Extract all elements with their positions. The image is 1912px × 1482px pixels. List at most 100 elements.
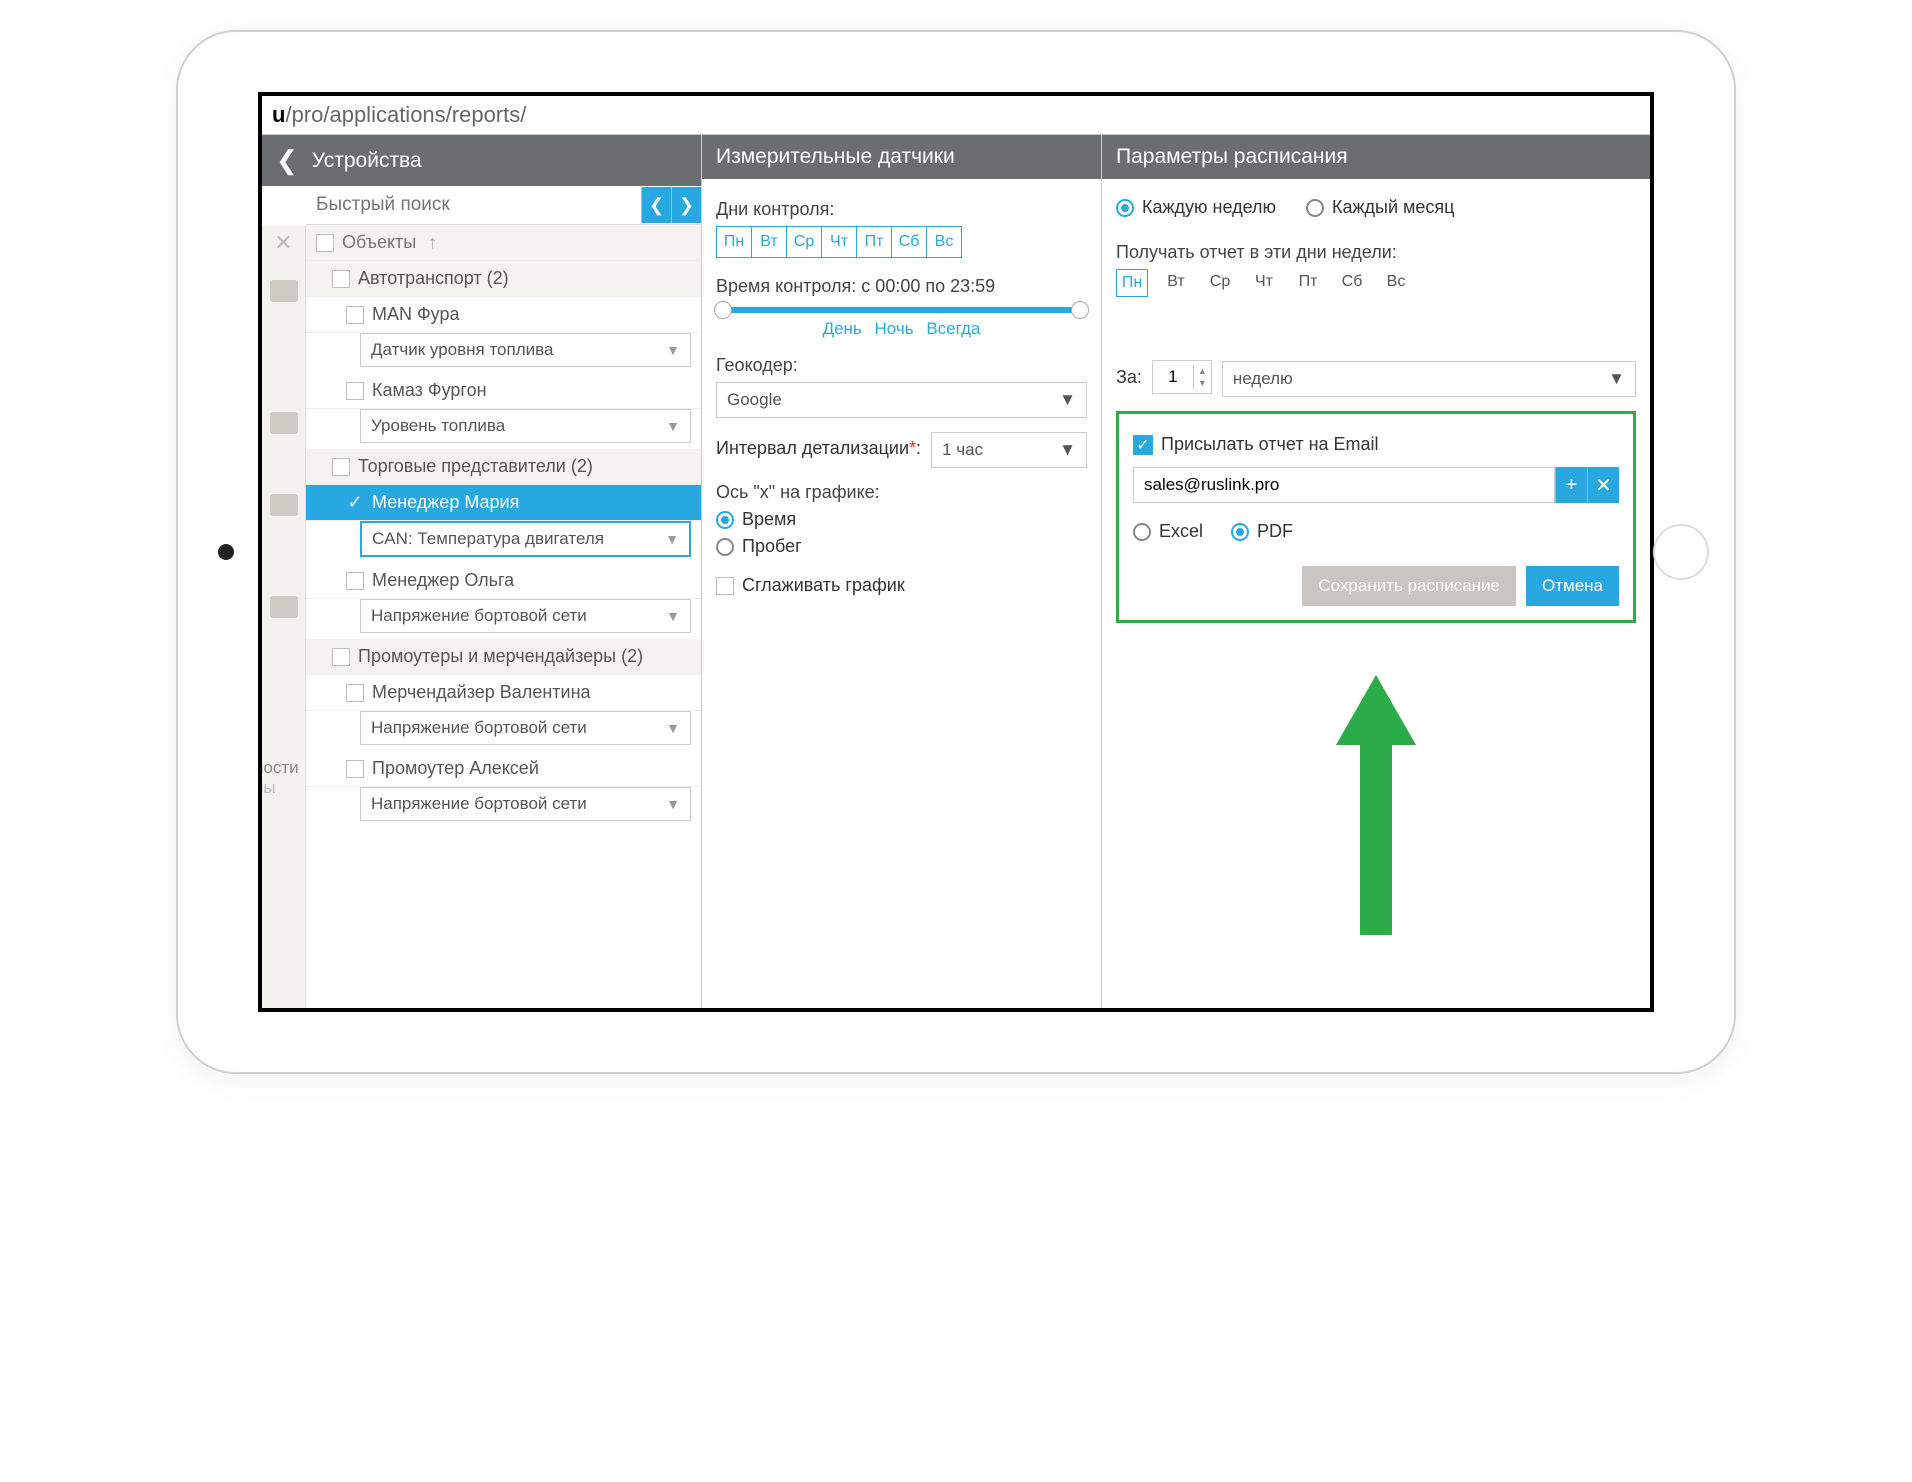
email-checkbox[interactable]: ✓ bbox=[1133, 435, 1153, 455]
sensor-select[interactable]: Уровень топлива▼ bbox=[360, 409, 691, 443]
schedule-day[interactable]: Вс bbox=[1380, 269, 1412, 297]
smooth-checkbox[interactable] bbox=[716, 577, 734, 595]
format-excel-radio[interactable] bbox=[1133, 523, 1151, 541]
geocoder-select[interactable]: Google ▼ bbox=[716, 382, 1087, 418]
next-button[interactable]: ❯ bbox=[671, 187, 701, 223]
for-value[interactable] bbox=[1153, 361, 1193, 393]
format-pdf-radio[interactable] bbox=[1231, 523, 1249, 541]
interval-label: Интервал детализации bbox=[716, 438, 909, 458]
control-day[interactable]: Сб bbox=[891, 226, 927, 258]
device-item[interactable]: ✓Менеджер Мария bbox=[306, 485, 701, 521]
weekly-radio[interactable] bbox=[1116, 199, 1134, 217]
cancel-button[interactable]: Отмена bbox=[1526, 566, 1619, 606]
sensor-select[interactable]: CAN: Температура двигателя▼ bbox=[360, 521, 691, 557]
schedule-day[interactable]: Ср bbox=[1204, 269, 1236, 297]
save-schedule-button[interactable]: Сохранить расписание bbox=[1302, 566, 1516, 606]
sensor-select[interactable]: Напряжение бортовой сети▼ bbox=[360, 711, 691, 745]
time-slider[interactable] bbox=[716, 307, 1087, 313]
chevron-down-icon: ▼ bbox=[666, 796, 680, 812]
schedule-day[interactable]: Чт bbox=[1248, 269, 1280, 297]
sensor-value: Уровень топлива bbox=[371, 416, 505, 436]
xaxis-mileage-label: Пробег bbox=[742, 536, 802, 557]
sensors-title: Измерительные датчики bbox=[716, 145, 955, 169]
smooth-label: Сглаживать график bbox=[742, 575, 905, 596]
xaxis-time-radio[interactable] bbox=[716, 511, 734, 529]
device-name: Промоутер Алексей bbox=[372, 758, 539, 779]
chat-icon[interactable] bbox=[270, 494, 298, 516]
schedule-day[interactable]: Пт bbox=[1292, 269, 1324, 297]
monthly-label: Каждый месяц bbox=[1332, 197, 1454, 218]
add-email-icon[interactable]: + bbox=[1555, 467, 1587, 503]
remove-email-icon[interactable]: ✕ bbox=[1587, 467, 1619, 503]
device-item[interactable]: Камаз Фургон bbox=[306, 373, 701, 409]
group-checkbox[interactable] bbox=[332, 648, 350, 666]
schedule-header: Параметры расписания bbox=[1102, 135, 1650, 179]
device-item[interactable]: MAN Фура bbox=[306, 297, 701, 333]
schedule-day[interactable]: Вт bbox=[1160, 269, 1192, 297]
slider-thumb-start[interactable] bbox=[714, 301, 732, 319]
home-button[interactable] bbox=[1653, 524, 1709, 580]
item-checkbox[interactable] bbox=[346, 572, 364, 590]
schedule-day[interactable]: Сб bbox=[1336, 269, 1368, 297]
devices-title: Устройства bbox=[312, 149, 422, 173]
device-name: Менеджер Ольга bbox=[372, 570, 514, 591]
device-item[interactable]: Мерчендайзер Валентина bbox=[306, 675, 701, 711]
spin-up-icon[interactable]: ▲ bbox=[1194, 365, 1211, 377]
chat-icon[interactable] bbox=[270, 596, 298, 618]
group-checkbox[interactable] bbox=[332, 270, 350, 288]
item-checkbox[interactable] bbox=[346, 684, 364, 702]
schedule-day[interactable]: Пн bbox=[1116, 269, 1148, 297]
objects-checkbox[interactable] bbox=[316, 234, 334, 252]
for-number-input[interactable]: ▲ ▼ bbox=[1152, 360, 1212, 394]
objects-label: Объекты bbox=[342, 232, 416, 253]
for-unit-select[interactable]: неделю ▼ bbox=[1222, 361, 1636, 397]
preset-always[interactable]: Всегда bbox=[926, 319, 980, 338]
item-checkbox[interactable] bbox=[346, 760, 364, 778]
slider-thumb-end[interactable] bbox=[1071, 301, 1089, 319]
search-input[interactable] bbox=[306, 186, 641, 224]
sensor-select[interactable]: Напряжение бортовой сети▼ bbox=[360, 599, 691, 633]
preset-night[interactable]: Ночь bbox=[875, 319, 914, 338]
interval-select[interactable]: 1 час ▼ bbox=[931, 432, 1087, 468]
chevron-down-icon: ▼ bbox=[666, 720, 680, 736]
annotation-arrow-icon bbox=[1336, 675, 1416, 935]
for-label: За: bbox=[1116, 367, 1142, 388]
control-day[interactable]: Пт bbox=[856, 226, 892, 258]
prev-button[interactable]: ❮ bbox=[641, 187, 671, 223]
item-checkbox[interactable] bbox=[346, 382, 364, 400]
sensor-value: Напряжение бортовой сети bbox=[371, 794, 587, 814]
group-checkbox[interactable] bbox=[332, 458, 350, 476]
device-item[interactable]: Менеджер Ольга bbox=[306, 563, 701, 599]
control-time-label: Время контроля: с 00:00 по 23:59 bbox=[716, 276, 1087, 297]
control-day[interactable]: Вс bbox=[926, 226, 962, 258]
control-day[interactable]: Чт bbox=[821, 226, 857, 258]
sensor-select[interactable]: Напряжение бортовой сети ▼ bbox=[360, 787, 691, 821]
back-chevron-icon[interactable]: ❮ bbox=[276, 145, 298, 176]
device-item[interactable]: Промоутер Алексей bbox=[306, 751, 701, 787]
close-icon[interactable]: ✕ bbox=[262, 226, 305, 256]
chat-icon[interactable] bbox=[270, 280, 298, 302]
geocoder-label: Геокодер: bbox=[716, 355, 1087, 376]
sensor-select[interactable]: Датчик уровня топлива▼ bbox=[360, 333, 691, 367]
device-name: MAN Фура bbox=[372, 304, 460, 325]
device-group[interactable]: Торговые представители (2) bbox=[306, 449, 701, 485]
item-checkbox[interactable] bbox=[346, 306, 364, 324]
format-pdf-label: PDF bbox=[1257, 521, 1293, 542]
sort-icon[interactable]: ↑ bbox=[428, 232, 437, 253]
monthly-radio[interactable] bbox=[1306, 199, 1324, 217]
control-day[interactable]: Пн bbox=[716, 226, 752, 258]
xaxis-mileage-radio[interactable] bbox=[716, 538, 734, 556]
control-day[interactable]: Ср bbox=[786, 226, 822, 258]
device-name: Камаз Фургон bbox=[372, 380, 487, 401]
spin-down-icon[interactable]: ▼ bbox=[1194, 377, 1211, 389]
geocoder-value: Google bbox=[727, 390, 782, 410]
email-input[interactable] bbox=[1133, 467, 1555, 503]
url-bar: u/pro/applications/reports/ bbox=[262, 96, 1650, 135]
device-group[interactable]: Промоутеры и мерчендайзеры (2) bbox=[306, 639, 701, 675]
chat-icon[interactable] bbox=[270, 412, 298, 434]
chevron-down-icon: ▼ bbox=[666, 342, 680, 358]
preset-day[interactable]: День bbox=[823, 319, 862, 338]
check-icon: ✓ bbox=[346, 494, 364, 512]
device-group[interactable]: Автотранспорт (2) bbox=[306, 261, 701, 297]
control-day[interactable]: Вт bbox=[751, 226, 787, 258]
